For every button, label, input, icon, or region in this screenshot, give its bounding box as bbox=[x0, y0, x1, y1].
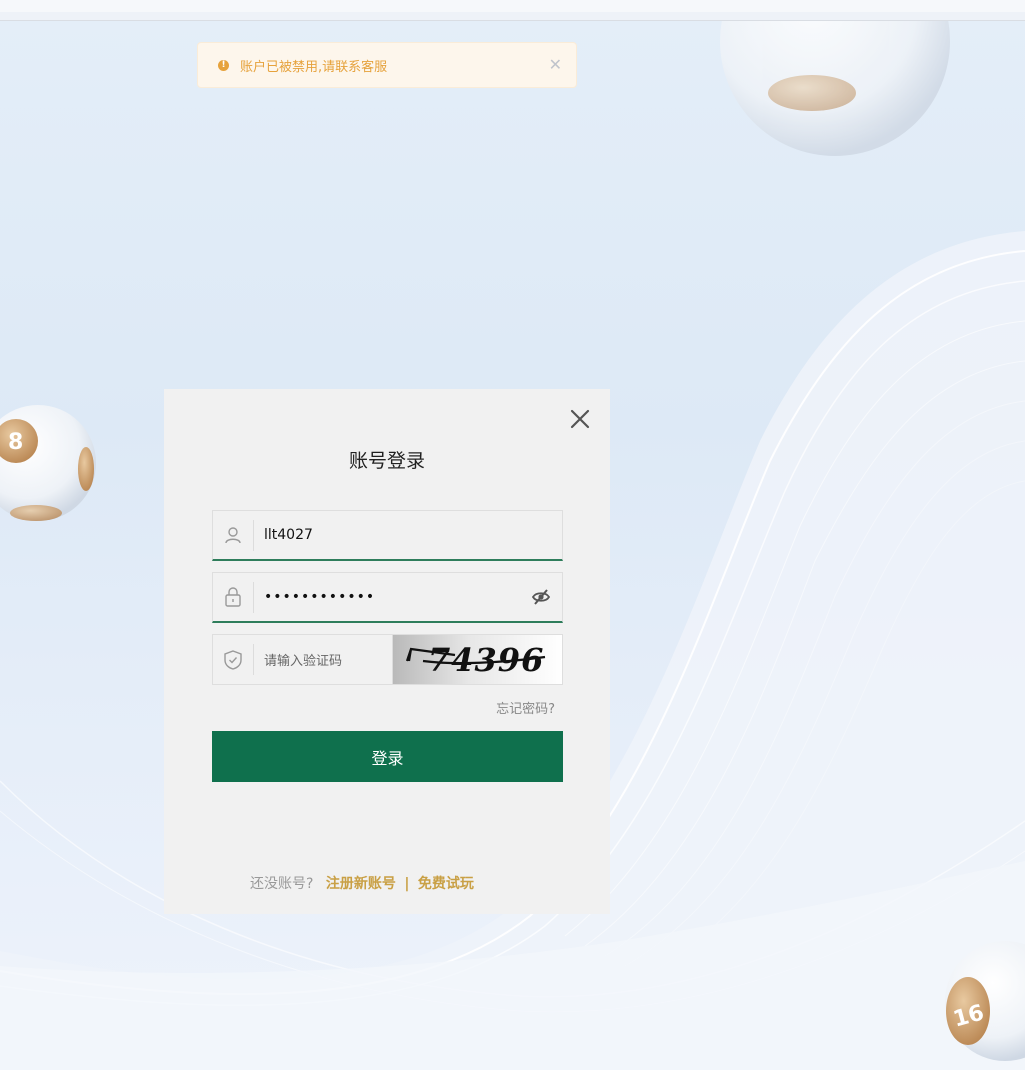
password-input[interactable]: •••••••••••• bbox=[254, 589, 526, 605]
lock-icon bbox=[213, 581, 254, 613]
footer-separator: | bbox=[404, 876, 410, 892]
left-ball: 8 bbox=[0, 405, 96, 521]
warning-icon: ! bbox=[218, 59, 229, 71]
login-dialog: 账号登录 llt4027 •••••••••••• 请输入验证码 74396 忘… bbox=[164, 389, 610, 914]
error-alert: ! 账户已被禁用,请联系客服 ✕ bbox=[197, 42, 577, 88]
alert-message: 账户已被禁用,请联系客服 bbox=[240, 59, 388, 75]
username-field[interactable]: llt4027 bbox=[212, 510, 563, 561]
user-icon bbox=[213, 519, 254, 551]
free-trial-link[interactable]: 免费试玩 bbox=[418, 876, 474, 892]
left-ball-number: 8 bbox=[8, 430, 23, 455]
eye-slash-icon[interactable] bbox=[526, 582, 556, 612]
captcha-code: 74396 bbox=[428, 641, 545, 679]
shield-check-icon bbox=[213, 644, 254, 675]
login-button[interactable]: 登录 bbox=[212, 731, 563, 782]
browser-top-bar bbox=[0, 0, 1025, 21]
dialog-close-icon[interactable] bbox=[567, 406, 593, 432]
captcha-image[interactable]: 74396 bbox=[392, 635, 562, 684]
forgot-password-link[interactable]: 忘记密码? bbox=[496, 698, 555, 717]
captcha-field[interactable]: 请输入验证码 74396 bbox=[212, 634, 563, 685]
no-account-text: 还没账号? bbox=[250, 876, 314, 892]
top-ball bbox=[720, 21, 950, 156]
captcha-input[interactable]: 请输入验证码 bbox=[254, 650, 392, 669]
register-link[interactable]: 注册新账号 bbox=[326, 876, 396, 892]
username-input[interactable]: llt4027 bbox=[254, 527, 562, 543]
login-title: 账号登录 bbox=[348, 450, 425, 472]
register-footer: 还没账号? 注册新账号 | 免费试玩 bbox=[164, 873, 610, 893]
password-field[interactable]: •••••••••••• bbox=[212, 572, 563, 623]
close-icon[interactable]: ✕ bbox=[549, 57, 562, 73]
